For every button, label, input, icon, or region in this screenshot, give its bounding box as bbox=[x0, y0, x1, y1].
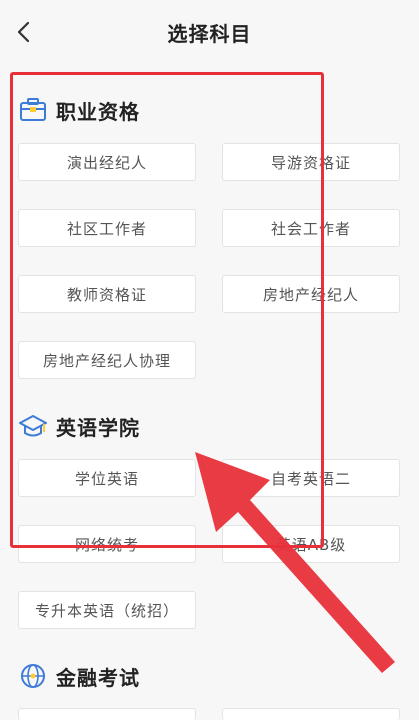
subject-chip[interactable]: 学位英语 bbox=[18, 459, 196, 497]
subject-chip[interactable]: 专升本英语（统招） bbox=[18, 591, 196, 629]
section-header-english: 英语学院 bbox=[18, 411, 140, 441]
subject-chip-partial[interactable] bbox=[222, 708, 400, 720]
subject-chip[interactable]: 房地产经纪人协理 bbox=[18, 341, 196, 379]
header-bar: 选择科目 bbox=[0, 0, 419, 62]
section-title: 职业资格 bbox=[56, 99, 140, 124]
subject-chip-partial[interactable] bbox=[18, 708, 196, 720]
section-title: 英语学院 bbox=[56, 415, 140, 440]
page-title: 选择科目 bbox=[167, 22, 252, 46]
subject-chip[interactable]: 自考英语二 bbox=[222, 459, 400, 497]
subject-chip[interactable]: 教师资格证 bbox=[18, 275, 196, 313]
subject-chip[interactable]: 房地产经纪人 bbox=[222, 275, 400, 313]
section-header-finance: 金融考试 bbox=[18, 661, 140, 691]
section-title: 金融考试 bbox=[56, 665, 140, 690]
globe-icon bbox=[21, 664, 45, 688]
subject-chip[interactable]: 英语AB级 bbox=[222, 525, 400, 563]
subject-chip[interactable]: 网络统考 bbox=[18, 525, 196, 563]
subject-chip[interactable]: 社会工作者 bbox=[222, 209, 400, 247]
subject-chip[interactable]: 导游资格证 bbox=[222, 143, 400, 181]
briefcase-icon bbox=[20, 98, 46, 121]
subject-chip[interactable]: 社区工作者 bbox=[18, 209, 196, 247]
section-header-career: 职业资格 bbox=[18, 95, 140, 125]
subject-chip[interactable]: 演出经纪人 bbox=[18, 143, 196, 181]
graduation-cap-icon bbox=[19, 415, 47, 437]
